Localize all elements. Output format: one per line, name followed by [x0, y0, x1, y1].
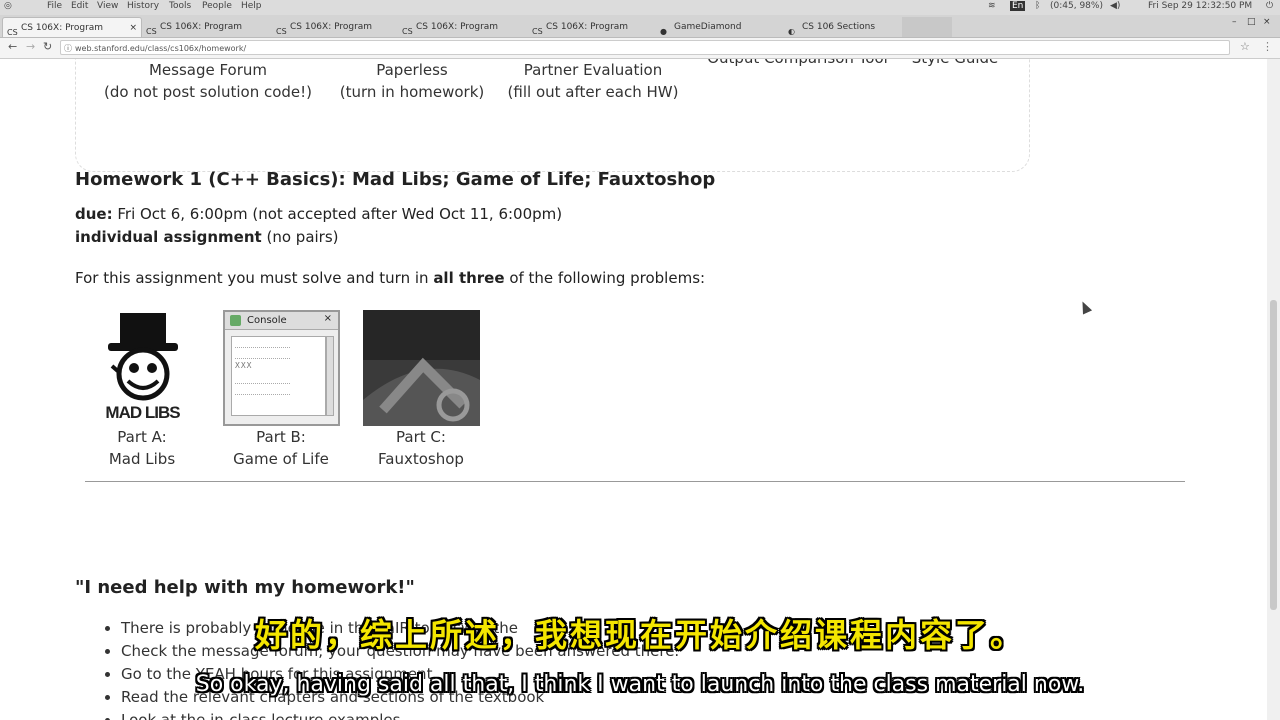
menu-file[interactable]: File [47, 1, 62, 11]
close-window-icon[interactable]: × [1263, 17, 1271, 27]
firefox-icon[interactable]: ◎ [4, 1, 12, 11]
reload-icon[interactable]: ↻ [43, 40, 52, 53]
part-b-label[interactable]: Part B: Game of Life [211, 426, 351, 470]
back-icon[interactable]: ← [8, 40, 17, 53]
menu-help[interactable]: Help [241, 1, 262, 11]
fauxtoshop-photo-image[interactable] [363, 310, 480, 426]
fauxtoshop-photo-icon [363, 310, 480, 426]
stanford-favicon-icon: CS [146, 27, 157, 36]
tab-cs106-sections[interactable]: ◐ CS 106 Sections [784, 17, 899, 37]
battery-status[interactable]: (0:45, 98%) [1050, 1, 1103, 11]
page-scrollbar-thumb[interactable] [1270, 300, 1277, 610]
subtitle-english: So okay, having said all that, I think I… [195, 672, 1085, 697]
tab-bar: CS CS 106X: Program × CS CS 106X: Program C… [0, 15, 1280, 38]
menu-icon[interactable]: ⋮ [1262, 40, 1273, 53]
tab-cs106x-1[interactable]: CS CS 106X: Program × [2, 17, 142, 37]
menu-tools[interactable]: Tools [169, 1, 191, 11]
part-c-label[interactable]: Part C: Fauxtoshop [351, 426, 491, 470]
console-text-area: XXX [231, 336, 326, 416]
due-line: due: Fri Oct 6, 6:00pm (not accepted aft… [75, 205, 563, 223]
tab-cs106x-2[interactable]: CS CS 106X: Program [142, 17, 270, 37]
power-icon[interactable]: ⏻ [1266, 1, 1273, 11]
tab-gamediamond[interactable]: ● GameDiamond [656, 17, 784, 37]
homework-title: Homework 1 (C++ Basics): Mad Libs; Game … [75, 169, 716, 190]
forward-icon[interactable]: → [26, 40, 35, 53]
maximize-window-icon[interactable]: □ [1247, 17, 1256, 27]
new-tab-button[interactable] [902, 17, 952, 37]
navigation-bar: ← → ↻ ⓘ web.stanford.edu/class/cs106x/ho… [0, 38, 1280, 59]
page-info-icon: ⓘ [64, 44, 72, 53]
console-close-icon: × [323, 313, 332, 324]
search-favicon-icon: ◐ [788, 27, 795, 36]
part-a-label[interactable]: Part A: Mad Libs [72, 426, 212, 470]
section-divider [85, 481, 1185, 482]
console-scrollbar [326, 336, 334, 416]
mouse-cursor-icon [1077, 299, 1093, 315]
menu-people[interactable]: People [202, 1, 232, 11]
assignment-intro: For this assignment you must solve and t… [75, 269, 706, 287]
bluetooth-icon[interactable]: ᛒ [1035, 1, 1040, 11]
menu-view[interactable]: View [97, 1, 118, 11]
tab-cs106x-5[interactable]: CS CS 106X: Program [528, 17, 656, 37]
close-tab-icon[interactable]: × [129, 18, 137, 37]
link-style-guide[interactable]: Style Guide [905, 59, 1005, 69]
clock[interactable]: Fri Sep 29 12:32:50 PM [1148, 1, 1252, 11]
menubar: ◎ File Edit View History Tools People He… [0, 0, 1280, 15]
link-paperless[interactable]: Paperless (turn in homework) [337, 59, 487, 103]
madlibs-logo-image[interactable]: MAD LIBS [90, 311, 195, 427]
menu-edit[interactable]: Edit [71, 1, 88, 11]
console-titlebar: Console [225, 312, 338, 330]
volume-icon[interactable]: ◀) [1110, 1, 1120, 11]
stanford-favicon-icon: CS [402, 27, 413, 36]
address-input[interactable]: ⓘ web.stanford.edu/class/cs106x/homework… [60, 40, 1230, 55]
wifi-icon[interactable]: ≋ [988, 1, 996, 11]
console-app-icon [230, 315, 241, 326]
list-item: Look at the in-class lecture examples [121, 709, 679, 720]
github-favicon-icon: ● [660, 27, 667, 36]
stanford-favicon-icon: CS [7, 28, 18, 37]
subtitle-chinese: 好的，综上所述，我想现在开始介绍课程内容了。 [254, 616, 1025, 654]
bookmark-star-icon[interactable]: ☆ [1240, 40, 1250, 53]
stanford-favicon-icon: CS [276, 27, 287, 36]
keyboard-lang[interactable]: En [1010, 1, 1026, 11]
help-section-title: "I need help with my homework!" [75, 577, 415, 598]
tab-cs106x-4[interactable]: CS CS 106X: Program [398, 17, 526, 37]
tab-cs106x-3[interactable]: CS CS 106X: Program [272, 17, 398, 37]
console-window-image[interactable]: Console × XXX [223, 310, 340, 426]
minimize-window-icon[interactable]: – [1232, 17, 1237, 27]
link-output-comparison-tool[interactable]: Output Comparison Tool [700, 59, 895, 69]
individual-line: individual assignment (no pairs) [75, 228, 339, 246]
link-partner-evaluation[interactable]: Partner Evaluation (fill out after each … [503, 59, 683, 103]
menu-history[interactable]: History [127, 1, 159, 11]
stanford-favicon-icon: CS [532, 27, 543, 36]
link-message-forum[interactable]: Message Forum (do not post solution code… [103, 59, 313, 103]
